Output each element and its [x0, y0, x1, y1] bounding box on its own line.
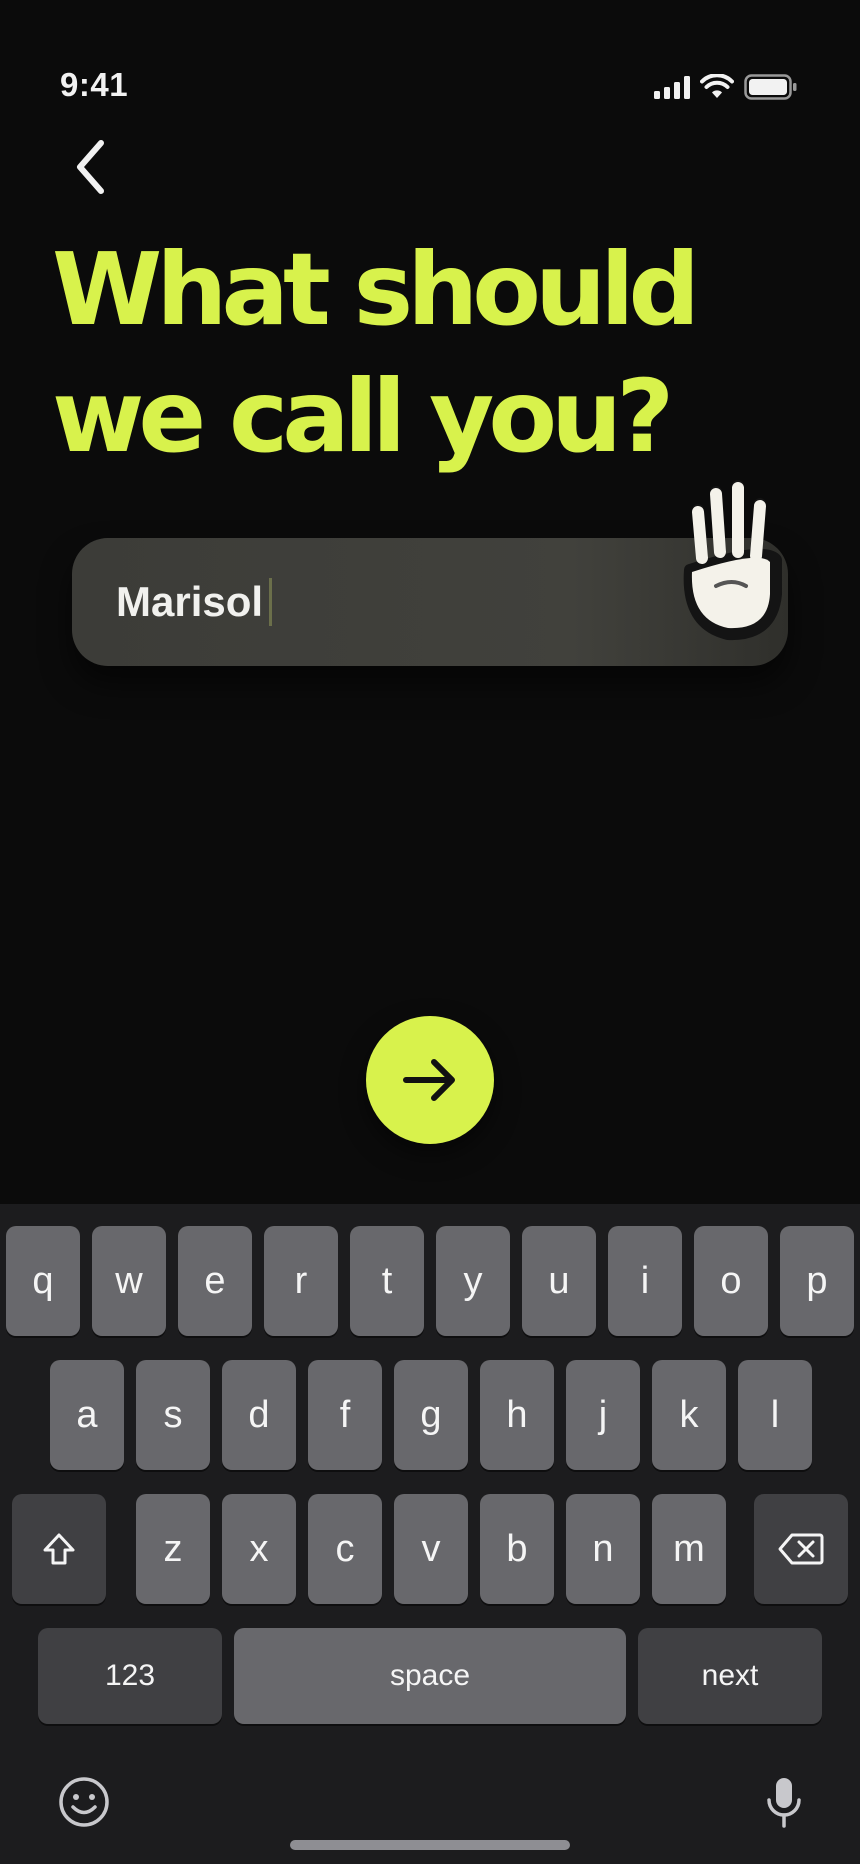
key-d[interactable]: d [222, 1360, 296, 1470]
wifi-icon [700, 74, 734, 98]
key-j[interactable]: j [566, 1360, 640, 1470]
delete-key[interactable] [754, 1494, 848, 1604]
key-p[interactable]: p [780, 1226, 854, 1336]
battery-icon [744, 74, 797, 100]
numbers-key[interactable]: 123 [38, 1628, 222, 1724]
waving-hand-icon [683, 480, 782, 641]
key-e[interactable]: e [178, 1226, 252, 1336]
key-h[interactable]: h [480, 1360, 554, 1470]
key-q[interactable]: q [6, 1226, 80, 1336]
key-u[interactable]: u [522, 1226, 596, 1336]
status-icons [654, 74, 798, 100]
status-time: 9:41 [60, 66, 129, 103]
page-title-line-1: What should [52, 231, 700, 348]
arrow-right-icon [403, 1059, 455, 1101]
key-o[interactable]: o [694, 1226, 768, 1336]
text-caret [269, 578, 273, 626]
key-a[interactable]: a [50, 1360, 124, 1470]
key-c[interactable]: c [308, 1494, 382, 1604]
key-i[interactable]: i [608, 1226, 682, 1336]
page-title-line-2: we call you? [52, 358, 674, 475]
key-x[interactable]: x [222, 1494, 296, 1604]
key-k[interactable]: k [652, 1360, 726, 1470]
key-g[interactable]: g [394, 1360, 468, 1470]
continue-button[interactable] [366, 1016, 494, 1144]
home-indicator[interactable] [290, 1840, 570, 1850]
key-t[interactable]: t [350, 1226, 424, 1336]
key-y[interactable]: y [436, 1226, 510, 1336]
cellular-signal-icon [654, 75, 690, 99]
backspace-icon [778, 1533, 824, 1565]
key-s[interactable]: s [136, 1360, 210, 1470]
emoji-icon[interactable] [58, 1776, 110, 1828]
key-f[interactable]: f [308, 1360, 382, 1470]
key-z[interactable]: z [136, 1494, 210, 1604]
page-title: What should we call you? [52, 226, 772, 480]
key-r[interactable]: r [264, 1226, 338, 1336]
key-n[interactable]: n [566, 1494, 640, 1604]
key-b[interactable]: b [480, 1494, 554, 1604]
shift-icon [43, 1533, 75, 1565]
chevron-left-icon [77, 140, 104, 194]
next-key[interactable]: next [638, 1628, 822, 1724]
key-l[interactable]: l [738, 1360, 812, 1470]
key-v[interactable]: v [394, 1494, 468, 1604]
key-m[interactable]: m [652, 1494, 726, 1604]
back-button[interactable] [62, 134, 118, 200]
key-w[interactable]: w [92, 1226, 166, 1336]
microphone-icon[interactable] [764, 1776, 804, 1830]
keyboard: q w e r t y u i o p a s d f g h j k l z … [0, 1204, 860, 1864]
name-input-value: Marisol [116, 578, 264, 625]
space-key[interactable]: space [234, 1628, 626, 1724]
shift-key[interactable] [12, 1494, 106, 1604]
